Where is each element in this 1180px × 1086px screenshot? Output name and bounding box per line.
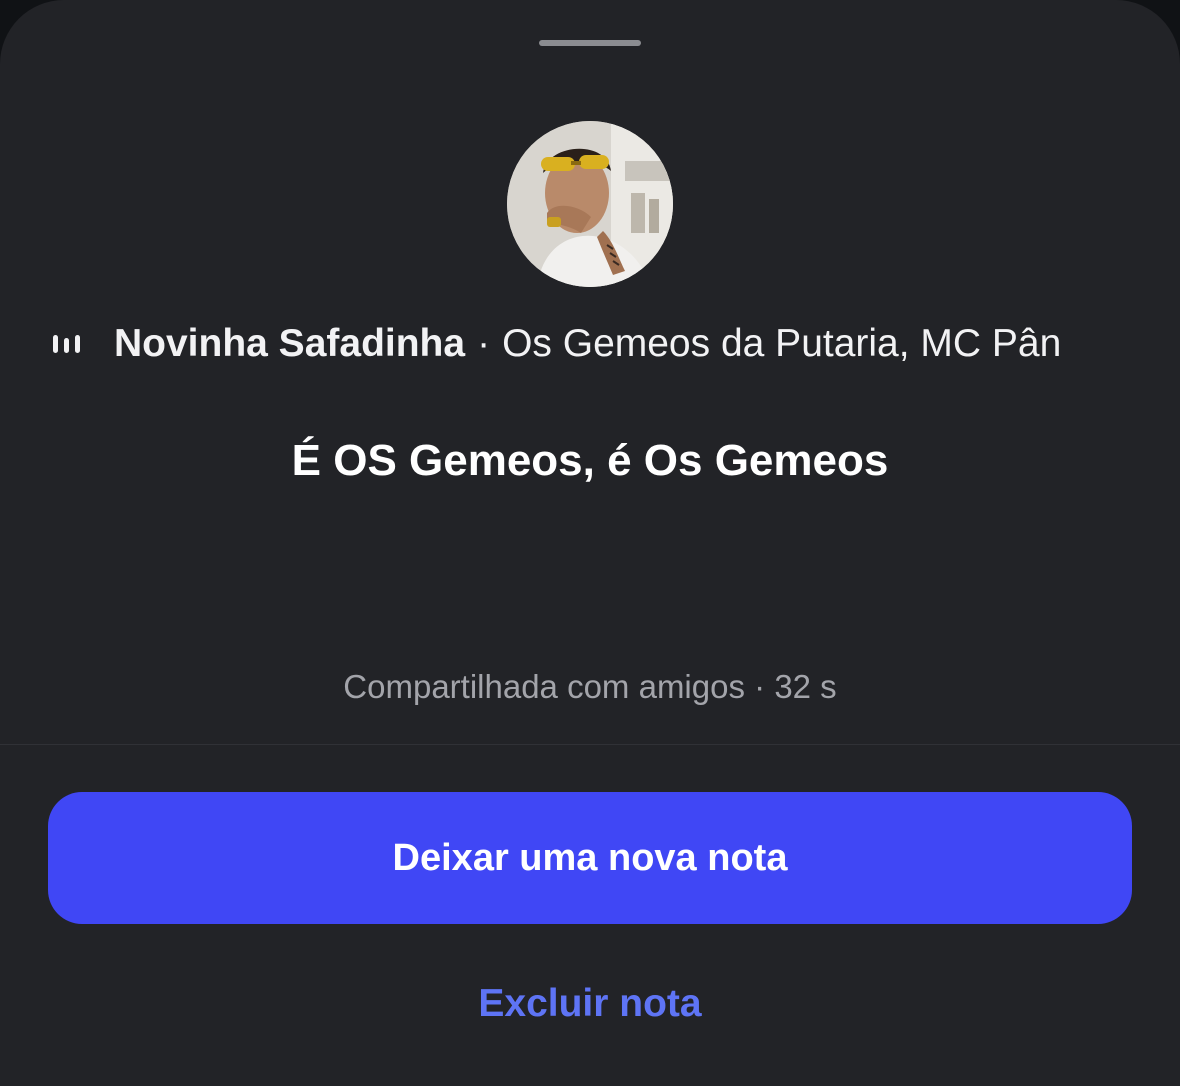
delete-note-button[interactable]: Excluir nota bbox=[390, 972, 790, 1036]
song-artists: Os Gemeos da Putaria, MC Pân bbox=[502, 322, 1062, 365]
song-attachment[interactable]: Novinha Safadinha · Os Gemeos da Putaria… bbox=[52, 318, 1128, 370]
audio-bars-icon bbox=[52, 329, 92, 359]
sheet-grabber-handle[interactable] bbox=[539, 40, 641, 46]
song-separator: · bbox=[477, 322, 491, 365]
song-title: Novinha Safadinha bbox=[114, 322, 466, 365]
divider bbox=[0, 744, 1180, 745]
avatar[interactable] bbox=[507, 121, 673, 287]
meta-separator: · bbox=[754, 668, 766, 705]
time-ago: 32 s bbox=[774, 668, 837, 705]
profile-photo bbox=[507, 121, 673, 287]
shared-with-label: Compartilhada com amigos bbox=[343, 668, 745, 705]
note-meta: Compartilhada com amigos · 32 s bbox=[0, 668, 1180, 706]
note-sheet: Novinha Safadinha · Os Gemeos da Putaria… bbox=[0, 0, 1180, 1086]
leave-new-note-button[interactable]: Deixar uma nova nota bbox=[48, 792, 1132, 924]
note-text: É OS Gemeos, é Os Gemeos bbox=[291, 436, 889, 485]
